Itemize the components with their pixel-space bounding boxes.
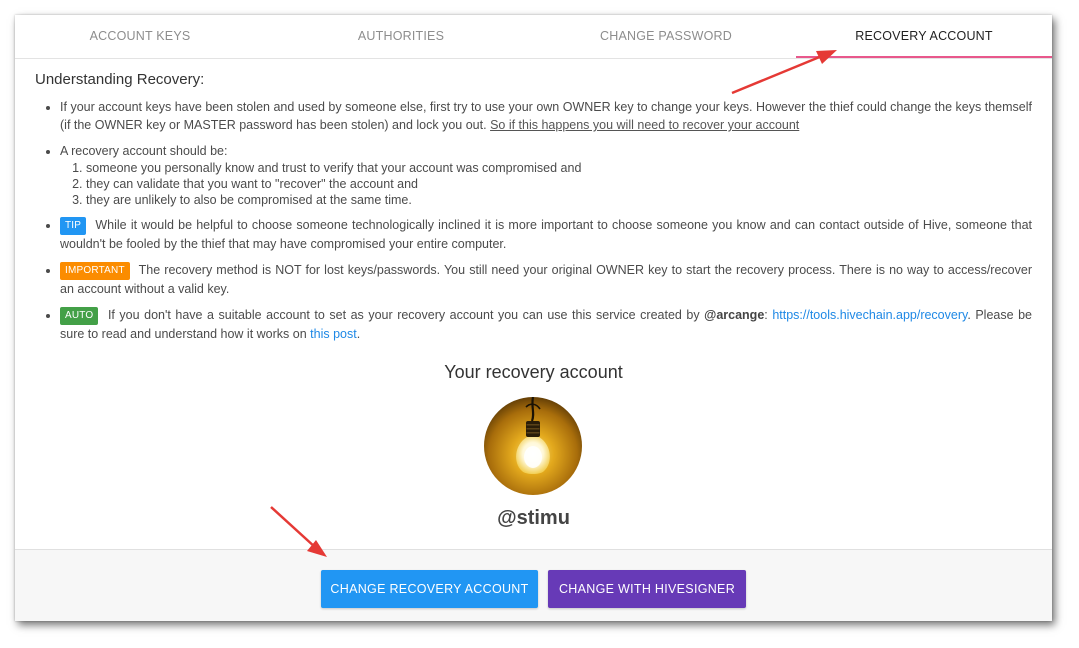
list-item: AUTO If you don't have a suitable accoun… bbox=[60, 306, 1032, 343]
requirement-item: they can validate that you want to "reco… bbox=[86, 176, 1032, 192]
requirement-item: someone you personally know and trust to… bbox=[86, 160, 1032, 176]
important-text: The recovery method is NOT for lost keys… bbox=[60, 263, 1032, 296]
recovery-account-username: @stimu bbox=[497, 507, 570, 529]
light-bulb-icon bbox=[484, 397, 582, 495]
important-badge: IMPORTANT bbox=[60, 262, 130, 280]
change-recovery-account-button[interactable]: CHANGE RECOVERY ACCOUNT bbox=[321, 570, 538, 608]
recovery-tool-link[interactable]: https://tools.hivechain.app/recovery bbox=[772, 308, 967, 322]
list-item: IMPORTANT The recovery method is NOT for… bbox=[60, 261, 1032, 298]
recovery-points: If your account keys have been stolen an… bbox=[35, 98, 1032, 343]
settings-card: ACCOUNT KEYS AUTHORITIES CHANGE PASSWORD… bbox=[15, 15, 1052, 621]
auto-text: If you don't have a suitable account to … bbox=[107, 308, 700, 322]
tip-text: While it would be helpful to choose some… bbox=[60, 218, 1032, 251]
tab-account-keys[interactable]: ACCOUNT KEYS bbox=[15, 15, 265, 58]
recover-account-link[interactable]: So if this happens you will need to reco… bbox=[490, 118, 799, 132]
tab-authorities[interactable]: AUTHORITIES bbox=[275, 15, 527, 58]
tab-change-password[interactable]: CHANGE PASSWORD bbox=[537, 15, 795, 58]
recovery-account-title: Your recovery account bbox=[444, 362, 623, 382]
recovery-requirements: someone you personally know and trust to… bbox=[60, 160, 1032, 208]
requirement-item: they are unlikely to also be compromised… bbox=[86, 192, 1032, 208]
arcange-username: @arcange bbox=[704, 308, 765, 322]
recovery-heading: Understanding Recovery: bbox=[35, 71, 205, 88]
recovery-info: Understanding Recovery: If your account … bbox=[35, 71, 1032, 351]
light-bulb-avatar-icon bbox=[484, 397, 582, 495]
list-item: If your account keys have been stolen an… bbox=[60, 98, 1032, 134]
action-footer: CHANGE RECOVERY ACCOUNT CHANGE WITH HIVE… bbox=[15, 549, 1052, 621]
auto-colon: : bbox=[764, 308, 768, 322]
this-post-link[interactable]: this post bbox=[310, 327, 357, 341]
tab-bar: ACCOUNT KEYS AUTHORITIES CHANGE PASSWORD… bbox=[15, 15, 1052, 59]
tip-badge: TIP bbox=[60, 217, 87, 235]
change-with-hivesigner-button[interactable]: CHANGE WITH HIVESIGNER bbox=[548, 570, 746, 608]
recovery-account-intro: A recovery account should be: bbox=[60, 144, 228, 158]
list-item: TIP While it would be helpful to choose … bbox=[60, 216, 1032, 253]
auto-badge: AUTO bbox=[60, 307, 99, 325]
tab-recovery-account[interactable]: RECOVERY ACCOUNT bbox=[796, 15, 1052, 58]
active-tab-indicator bbox=[796, 56, 1052, 58]
list-item: A recovery account should be: someone yo… bbox=[60, 142, 1032, 208]
auto-text-end: . bbox=[356, 327, 361, 341]
